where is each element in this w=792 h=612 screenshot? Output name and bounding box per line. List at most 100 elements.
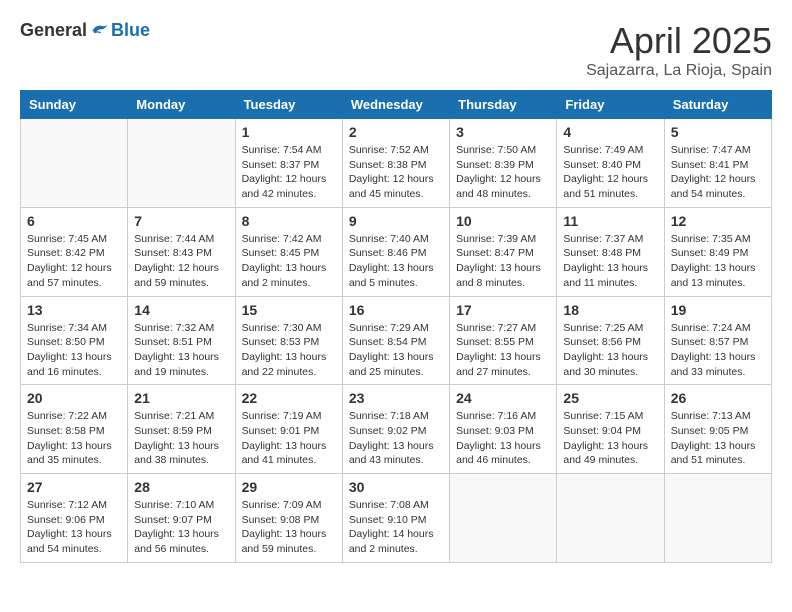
weekday-header-sunday: Sunday — [21, 91, 128, 119]
calendar-cell: 3 Sunrise: 7:50 AM Sunset: 8:39 PM Daylig… — [450, 119, 557, 208]
day-info: Sunrise: 7:39 AM Sunset: 8:47 PM Dayligh… — [456, 232, 550, 291]
day-number: 16 — [349, 302, 443, 318]
calendar-cell — [21, 119, 128, 208]
calendar-cell: 6Sunrise: 7:45 AM Sunset: 8:42 PM Daylig… — [21, 207, 128, 296]
logo: General Blue — [20, 20, 150, 41]
calendar-cell: 24 Sunrise: 7:16 AM Sunset: 9:03 PM Dayli… — [450, 385, 557, 474]
calendar-cell: 15 Sunrise: 7:30 AM Sunset: 8:53 PM Dayli… — [235, 296, 342, 385]
day-number: 27 — [27, 479, 121, 495]
day-number: 8 — [242, 213, 336, 229]
calendar-cell: 27 Sunrise: 7:12 AM Sunset: 9:06 PM Dayli… — [21, 474, 128, 563]
day-info: Sunrise: 7:21 AM Sunset: 8:59 PM Dayligh… — [134, 409, 228, 468]
day-number: 14 — [134, 302, 228, 318]
day-info: Sunrise: 7:16 AM Sunset: 9:03 PM Dayligh… — [456, 409, 550, 468]
calendar-cell: 1 Sunrise: 7:54 AM Sunset: 8:37 PM Daylig… — [235, 119, 342, 208]
day-number: 3 — [456, 124, 550, 140]
day-info: Sunrise: 7:19 AM Sunset: 9:01 PM Dayligh… — [242, 409, 336, 468]
day-number: 5 — [671, 124, 765, 140]
day-number: 15 — [242, 302, 336, 318]
calendar-cell — [557, 474, 664, 563]
week-row-5: 27 Sunrise: 7:12 AM Sunset: 9:06 PM Dayli… — [21, 474, 772, 563]
day-number: 18 — [563, 302, 657, 318]
day-info: Sunrise: 7:37 AM Sunset: 8:48 PM Dayligh… — [563, 232, 657, 291]
logo-bird-icon — [89, 21, 109, 41]
calendar-cell: 19 Sunrise: 7:24 AM Sunset: 8:57 PM Dayli… — [664, 296, 771, 385]
calendar-cell — [128, 119, 235, 208]
weekday-header-saturday: Saturday — [664, 91, 771, 119]
day-info: Sunrise: 7:34 AM Sunset: 8:50 PM Dayligh… — [27, 321, 121, 380]
day-number: 1 — [242, 124, 336, 140]
day-info: Sunrise: 7:35 AM Sunset: 8:49 PM Dayligh… — [671, 232, 765, 291]
day-number: 22 — [242, 390, 336, 406]
calendar-cell: 11 Sunrise: 7:37 AM Sunset: 8:48 PM Dayli… — [557, 207, 664, 296]
calendar-cell: 18 Sunrise: 7:25 AM Sunset: 8:56 PM Dayli… — [557, 296, 664, 385]
day-info: Sunrise: 7:50 AM Sunset: 8:39 PM Dayligh… — [456, 143, 550, 202]
day-info: Sunrise: 7:49 AM Sunset: 8:40 PM Dayligh… — [563, 143, 657, 202]
day-info: Sunrise: 7:42 AM Sunset: 8:45 PM Dayligh… — [242, 232, 336, 291]
calendar-cell: 7 Sunrise: 7:44 AM Sunset: 8:43 PM Daylig… — [128, 207, 235, 296]
day-number: 24 — [456, 390, 550, 406]
day-number: 20 — [27, 390, 121, 406]
day-info: Sunrise: 7:22 AM Sunset: 8:58 PM Dayligh… — [27, 409, 121, 468]
day-info: Sunrise: 7:30 AM Sunset: 8:53 PM Dayligh… — [242, 321, 336, 380]
day-number: 9 — [349, 213, 443, 229]
calendar-cell: 8 Sunrise: 7:42 AM Sunset: 8:45 PM Daylig… — [235, 207, 342, 296]
day-number: 19 — [671, 302, 765, 318]
day-number: 4 — [563, 124, 657, 140]
day-info: Sunrise: 7:54 AM Sunset: 8:37 PM Dayligh… — [242, 143, 336, 202]
day-number: 29 — [242, 479, 336, 495]
weekday-header-thursday: Thursday — [450, 91, 557, 119]
calendar-cell — [664, 474, 771, 563]
calendar-cell: 12Sunrise: 7:35 AM Sunset: 8:49 PM Dayli… — [664, 207, 771, 296]
day-number: 7 — [134, 213, 228, 229]
day-info: Sunrise: 7:13 AM Sunset: 9:05 PM Dayligh… — [671, 409, 765, 468]
calendar-cell: 4 Sunrise: 7:49 AM Sunset: 8:40 PM Daylig… — [557, 119, 664, 208]
week-row-2: 6Sunrise: 7:45 AM Sunset: 8:42 PM Daylig… — [21, 207, 772, 296]
day-number: 21 — [134, 390, 228, 406]
calendar-cell: 23 Sunrise: 7:18 AM Sunset: 9:02 PM Dayli… — [342, 385, 449, 474]
day-number: 26 — [671, 390, 765, 406]
calendar-cell: 25 Sunrise: 7:15 AM Sunset: 9:04 PM Dayli… — [557, 385, 664, 474]
day-number: 25 — [563, 390, 657, 406]
logo-blue-text: Blue — [111, 20, 150, 41]
day-number: 28 — [134, 479, 228, 495]
day-number: 10 — [456, 213, 550, 229]
day-info: Sunrise: 7:44 AM Sunset: 8:43 PM Dayligh… — [134, 232, 228, 291]
weekday-header-row: SundayMondayTuesdayWednesdayThursdayFrid… — [21, 91, 772, 119]
week-row-4: 20 Sunrise: 7:22 AM Sunset: 8:58 PM Dayli… — [21, 385, 772, 474]
calendar-cell: 20 Sunrise: 7:22 AM Sunset: 8:58 PM Dayli… — [21, 385, 128, 474]
logo-general-text: General — [20, 20, 87, 41]
calendar-cell: 16Sunrise: 7:29 AM Sunset: 8:54 PM Dayli… — [342, 296, 449, 385]
calendar-cell: 10 Sunrise: 7:39 AM Sunset: 8:47 PM Dayli… — [450, 207, 557, 296]
day-info: Sunrise: 7:52 AM Sunset: 8:38 PM Dayligh… — [349, 143, 443, 202]
day-info: Sunrise: 7:25 AM Sunset: 8:56 PM Dayligh… — [563, 321, 657, 380]
day-number: 17 — [456, 302, 550, 318]
day-info: Sunrise: 7:15 AM Sunset: 9:04 PM Dayligh… — [563, 409, 657, 468]
day-number: 2 — [349, 124, 443, 140]
weekday-header-friday: Friday — [557, 91, 664, 119]
weekday-header-monday: Monday — [128, 91, 235, 119]
day-number: 30 — [349, 479, 443, 495]
day-info: Sunrise: 7:10 AM Sunset: 9:07 PM Dayligh… — [134, 498, 228, 557]
day-info: Sunrise: 7:24 AM Sunset: 8:57 PM Dayligh… — [671, 321, 765, 380]
day-info: Sunrise: 7:09 AM Sunset: 9:08 PM Dayligh… — [242, 498, 336, 557]
calendar-cell: 30 Sunrise: 7:08 AM Sunset: 9:10 PM Dayli… — [342, 474, 449, 563]
day-info: Sunrise: 7:47 AM Sunset: 8:41 PM Dayligh… — [671, 143, 765, 202]
day-info: Sunrise: 7:27 AM Sunset: 8:55 PM Dayligh… — [456, 321, 550, 380]
day-number: 11 — [563, 213, 657, 229]
day-number: 23 — [349, 390, 443, 406]
week-row-3: 13Sunrise: 7:34 AM Sunset: 8:50 PM Dayli… — [21, 296, 772, 385]
location-text: Sajazarra, La Rioja, Spain — [586, 62, 772, 80]
calendar-cell: 22 Sunrise: 7:19 AM Sunset: 9:01 PM Dayli… — [235, 385, 342, 474]
calendar-cell: 13Sunrise: 7:34 AM Sunset: 8:50 PM Dayli… — [21, 296, 128, 385]
weekday-header-tuesday: Tuesday — [235, 91, 342, 119]
day-info: Sunrise: 7:18 AM Sunset: 9:02 PM Dayligh… — [349, 409, 443, 468]
calendar-cell: 2 Sunrise: 7:52 AM Sunset: 8:38 PM Daylig… — [342, 119, 449, 208]
calendar-cell — [450, 474, 557, 563]
calendar-cell: 21 Sunrise: 7:21 AM Sunset: 8:59 PM Dayli… — [128, 385, 235, 474]
day-info: Sunrise: 7:12 AM Sunset: 9:06 PM Dayligh… — [27, 498, 121, 557]
day-info: Sunrise: 7:08 AM Sunset: 9:10 PM Dayligh… — [349, 498, 443, 557]
day-number: 6 — [27, 213, 121, 229]
calendar-table: SundayMondayTuesdayWednesdayThursdayFrid… — [20, 90, 772, 563]
month-title: April 2025 — [586, 20, 772, 62]
